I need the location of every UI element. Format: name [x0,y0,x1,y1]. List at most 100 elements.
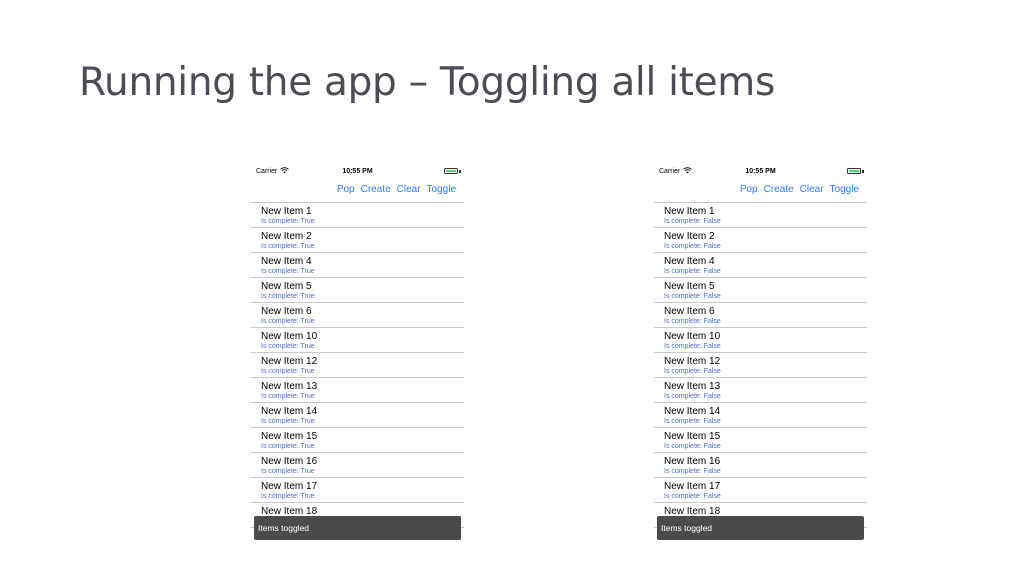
nav-buttons: Pop Create Clear Toggle [740,184,859,195]
list-item[interactable]: New Item 6 Is complete: True [251,303,464,328]
list-item[interactable]: New Item 5 Is complete: False [654,278,867,303]
item-title: New Item 13 [261,381,318,392]
list-item[interactable]: New Item 13 Is complete: True [251,378,464,403]
status-time: 10:55 PM [745,168,776,175]
list-item[interactable]: New Item 17 Is complete: False [654,478,867,503]
toggle-button[interactable]: Toggle [427,184,456,195]
item-status: Is complete: True [261,293,315,300]
toast-message: Items toggled [258,523,310,533]
list-item[interactable]: New Item 16 Is complete: False [654,453,867,478]
list-item[interactable]: New Item 12 Is complete: False [654,353,867,378]
list-item[interactable]: New Item 15 Is complete: False [654,428,867,453]
item-title: New Item 6 [261,306,312,317]
pop-button[interactable]: Pop [337,184,355,195]
item-status: Is complete: True [261,343,315,350]
list-item[interactable]: New Item 14 Is complete: True [251,403,464,428]
item-status: Is complete: False [664,218,721,225]
toast: Items toggled [254,516,461,540]
list-item[interactable]: New Item 2 Is complete: True [251,228,464,253]
item-status: Is complete: False [664,318,721,325]
toggle-button[interactable]: Toggle [830,184,859,195]
item-status: Is complete: False [664,293,721,300]
status-bar: Carrier 10:55 PM [251,163,464,181]
item-title: New Item 2 [664,231,715,242]
item-status: Is complete: False [664,343,721,350]
list-item[interactable]: New Item 16 Is complete: True [251,453,464,478]
item-status: Is complete: True [261,368,315,375]
status-time: 10:55 PM [342,168,373,175]
item-title: New Item 5 [261,281,312,292]
item-title: New Item 5 [664,281,715,292]
phone-screen-before: Carrier 10:55 PM Pop Create Clear Toggle… [251,163,464,541]
item-status: Is complete: True [261,218,315,225]
list-item[interactable]: New Item 17 Is complete: True [251,478,464,503]
item-title: New Item 15 [261,431,318,442]
nav-bar: Pop Create Clear Toggle [251,182,464,203]
create-button[interactable]: Create [764,184,794,195]
item-status: Is complete: True [261,418,315,425]
item-title: New Item 15 [664,431,721,442]
item-status: Is complete: True [261,443,315,450]
nav-buttons: Pop Create Clear Toggle [337,184,456,195]
list-item[interactable]: New Item 4 Is complete: True [251,253,464,278]
item-status: Is complete: True [261,243,315,250]
list-item[interactable]: New Item 10 Is complete: False [654,328,867,353]
list-item[interactable]: New Item 1 Is complete: False [654,203,867,228]
item-title: New Item 16 [261,456,318,467]
item-status: Is complete: True [261,468,315,475]
item-title: New Item 4 [664,256,715,267]
item-title: New Item 17 [664,481,721,492]
item-list: New Item 1 Is complete: True New Item 2 Is … [251,203,464,528]
battery-fill [849,170,859,172]
battery-icon [847,168,861,174]
item-title: New Item 14 [261,406,318,417]
item-title: New Item 13 [664,381,721,392]
list-item[interactable]: New Item 2 Is complete: False [654,228,867,253]
pop-button[interactable]: Pop [740,184,758,195]
list-item[interactable]: New Item 15 Is complete: True [251,428,464,453]
list-item[interactable]: New Item 10 Is complete: True [251,328,464,353]
item-status: Is complete: False [664,418,721,425]
item-title: New Item 1 [261,206,312,217]
list-item[interactable]: New Item 1 Is complete: True [251,203,464,228]
list-item[interactable]: New Item 12 Is complete: True [251,353,464,378]
item-title: New Item 6 [664,306,715,317]
list-item[interactable]: New Item 5 Is complete: True [251,278,464,303]
item-status: Is complete: False [664,493,721,500]
item-list: New Item 1 Is complete: False New Item 2 Is… [654,203,867,528]
item-title: New Item 10 [664,331,721,342]
list-item[interactable]: New Item 14 Is complete: False [654,403,867,428]
battery-icon [444,168,458,174]
slide-title: Running the app – Toggling all items [79,60,776,105]
item-title: New Item 12 [664,356,721,367]
item-title: New Item 16 [664,456,721,467]
battery-tip [459,170,461,173]
clear-button[interactable]: Clear [800,184,824,195]
item-title: New Item 10 [261,331,318,342]
item-status: Is complete: False [664,243,721,250]
battery-fill [446,170,456,172]
item-status: Is complete: False [664,468,721,475]
item-title: New Item 17 [261,481,318,492]
nav-bar: Pop Create Clear Toggle [654,182,867,203]
toast: Items toggled [657,516,864,540]
item-status: Is complete: True [261,318,315,325]
battery-tip [862,170,864,173]
phone-screen-after: Carrier 10:55 PM Pop Create Clear Toggle… [654,163,867,541]
item-status: Is complete: True [261,493,315,500]
list-item[interactable]: New Item 4 Is complete: False [654,253,867,278]
item-status: Is complete: True [261,268,315,275]
create-button[interactable]: Create [361,184,391,195]
item-status: Is complete: True [261,393,315,400]
list-item[interactable]: New Item 13 Is complete: False [654,378,867,403]
list-item[interactable]: New Item 6 Is complete: False [654,303,867,328]
clear-button[interactable]: Clear [397,184,421,195]
status-bar: Carrier 10:55 PM [654,163,867,181]
item-title: New Item 1 [664,206,715,217]
item-title: New Item 2 [261,231,312,242]
item-title: New Item 4 [261,256,312,267]
item-status: Is complete: False [664,393,721,400]
item-title: New Item 14 [664,406,721,417]
item-status: Is complete: False [664,268,721,275]
item-title: New Item 12 [261,356,318,367]
